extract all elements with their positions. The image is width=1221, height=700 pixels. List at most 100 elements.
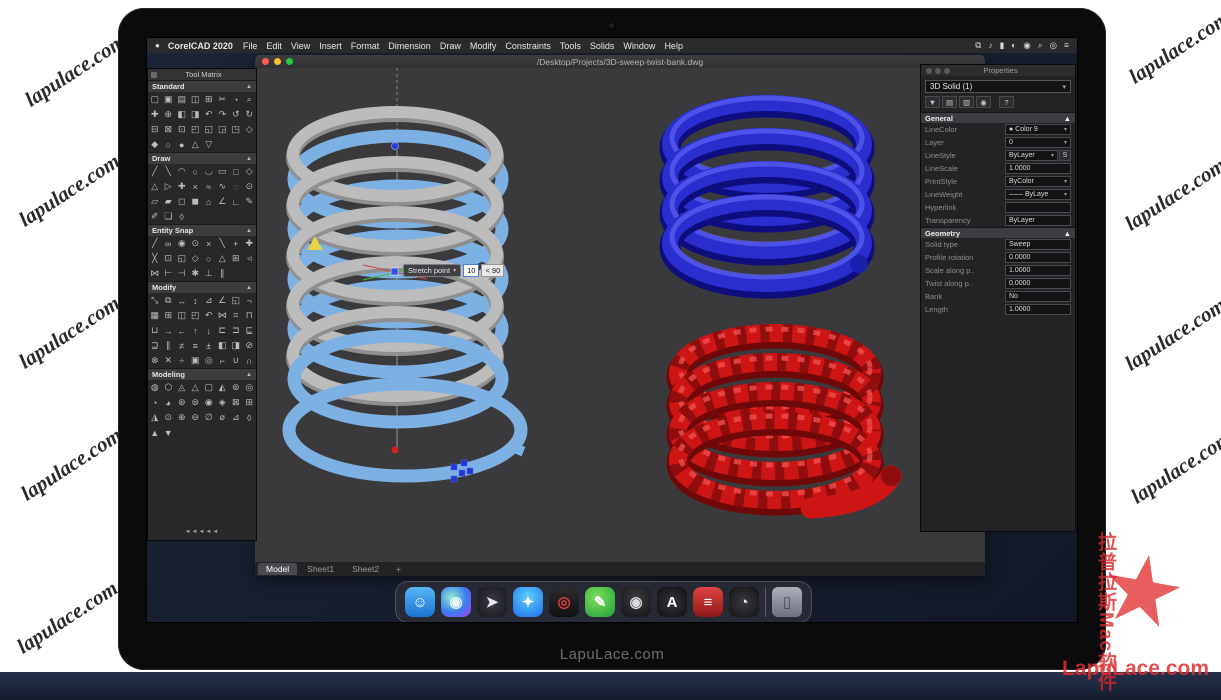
palette-close-button[interactable] <box>151 72 157 78</box>
tool-icon[interactable]: ⊕ <box>162 107 176 122</box>
tool-icon[interactable]: ⊙ <box>243 179 257 194</box>
menu-item-format[interactable]: Format <box>351 41 380 51</box>
blue-sweep-solid[interactable] <box>670 98 868 288</box>
menu-item-dimension[interactable]: Dimension <box>388 41 431 51</box>
tool-icon[interactable]: ✚ <box>243 236 257 251</box>
tool-icon[interactable]: ▽ <box>202 137 216 152</box>
property-value[interactable]: 1.0000 <box>1005 304 1071 315</box>
rocket-app-icon[interactable]: ➤ <box>477 587 507 617</box>
property-value[interactable]: —— ByLaye▾ <box>1005 189 1071 200</box>
tool-icon[interactable]: ◌ <box>229 179 243 194</box>
tool-icon[interactable]: ⊞ <box>229 251 243 266</box>
tool-icon[interactable]: ◰ <box>189 308 203 323</box>
tool-icon[interactable]: ◔ <box>148 395 162 410</box>
tab-model[interactable]: Model <box>258 563 297 575</box>
tool-icon[interactable]: ⊢ <box>162 266 176 281</box>
tool-icon[interactable]: ↺ <box>229 107 243 122</box>
tool-icon[interactable]: ⊿ <box>202 293 216 308</box>
menu-item-edit[interactable]: Edit <box>266 41 282 51</box>
tool-icon[interactable]: ◱ <box>175 251 189 266</box>
tool-icon[interactable]: ✚ <box>175 179 189 194</box>
tool-icon[interactable]: ∿ <box>216 179 230 194</box>
property-value[interactable]: 0.0000 <box>1005 252 1071 263</box>
tool-icon[interactable]: ╱ <box>148 164 162 179</box>
distance-input[interactable]: 10 <box>463 264 479 277</box>
tool-icon[interactable]: ◳ <box>229 122 243 137</box>
tool-icon[interactable]: △ <box>148 179 162 194</box>
section-header-modify[interactable]: Modify▲ <box>148 281 256 293</box>
property-value[interactable]: ByColor▾ <box>1005 176 1071 187</box>
tool-icon[interactable]: ▢ <box>148 92 162 107</box>
tool-icon[interactable]: ≠ <box>175 338 189 353</box>
tool-icon[interactable]: + <box>229 236 243 251</box>
entity-selector[interactable]: 3D Solid (1) ▾ <box>925 80 1071 93</box>
tool-icon[interactable]: ≈ <box>202 179 216 194</box>
tool-icon[interactable]: ⊓ <box>243 308 257 323</box>
menu-item-window[interactable]: Window <box>623 41 655 51</box>
tool-icon[interactable]: ◆ <box>148 137 162 152</box>
tool-icon[interactable]: × <box>189 179 203 194</box>
tool-icon[interactable]: ◻ <box>175 194 189 209</box>
section-header-entity-snap[interactable]: Entity Snap▲ <box>148 224 256 236</box>
tool-icon[interactable]: ▰ <box>162 194 176 209</box>
section-header-standard[interactable]: Standard▲ <box>148 80 256 92</box>
pin-button[interactable]: ◉ <box>976 96 991 108</box>
tool-icon[interactable]: ▣ <box>162 92 176 107</box>
selected-sweep-solid[interactable] <box>289 112 525 476</box>
collapse-icon[interactable]: ▲ <box>1064 114 1071 123</box>
tool-icon[interactable]: ⌐ <box>216 353 230 368</box>
tool-icon[interactable]: ⊠ <box>162 122 176 137</box>
menu-item-tools[interactable]: Tools <box>560 41 581 51</box>
tool-icon[interactable]: △ <box>189 380 203 395</box>
tool-icon[interactable]: ⊏ <box>216 323 230 338</box>
siri-icon[interactable]: ◉ <box>441 587 471 617</box>
filter-button[interactable]: ▼ <box>925 96 940 108</box>
tool-icon[interactable]: ○ <box>189 164 203 179</box>
tool-icon[interactable]: ╲ <box>162 164 176 179</box>
tool-icon[interactable]: ± <box>202 338 216 353</box>
tool-icon[interactable]: ◎ <box>243 380 257 395</box>
property-value[interactable]: ByLayer▾ <box>1005 150 1058 161</box>
tool-icon[interactable]: ╳ <box>148 251 162 266</box>
control-center-icon[interactable]: ≡ <box>1064 40 1069 51</box>
tool-icon[interactable]: ↕ <box>189 293 203 308</box>
tool-icon[interactable]: ▱ <box>148 194 162 209</box>
tool-icon[interactable]: ◨ <box>189 107 203 122</box>
help-button[interactable]: ? <box>999 96 1014 108</box>
tool-icon[interactable]: ◊ <box>243 410 257 425</box>
tool-icon[interactable]: ⊐ <box>229 323 243 338</box>
tool-icon[interactable]: ✕ <box>162 353 176 368</box>
tool-icon[interactable]: ↑ <box>189 323 203 338</box>
tool-icon[interactable]: ⊡ <box>175 122 189 137</box>
sliders-app-icon[interactable]: ≡ <box>693 587 723 617</box>
categorized-view-button[interactable]: ▤ <box>942 96 957 108</box>
display-icon[interactable]: ⧉ <box>975 40 981 51</box>
tool-icon[interactable]: ╱ <box>148 236 162 251</box>
tool-icon[interactable]: ▲ <box>148 425 162 440</box>
tool-icon[interactable]: ↔ <box>175 293 189 308</box>
tool-icon[interactable]: ◼ <box>189 194 203 209</box>
window-titlebar[interactable]: /Desktop/Projects/3D-sweep-twist-bank.dw… <box>255 55 985 68</box>
battery-icon[interactable]: ▮ <box>1000 40 1005 51</box>
tool-icon[interactable]: ▼ <box>162 425 176 440</box>
gauge-app-icon[interactable]: ◔ <box>729 587 759 617</box>
tool-icon[interactable]: ▭ <box>216 164 230 179</box>
tool-icon[interactable]: ◰ <box>189 122 203 137</box>
property-value[interactable]: 1.0000 <box>1005 163 1071 174</box>
collapse-icon[interactable]: ▲ <box>246 285 252 291</box>
app-menu[interactable]: CorelCAD 2020 <box>168 41 233 51</box>
tool-icon[interactable]: ∪ <box>229 353 243 368</box>
tool-icon[interactable]: ◭ <box>216 380 230 395</box>
tool-icon[interactable]: ⬡ <box>162 380 176 395</box>
tool-icon[interactable]: ◱ <box>229 293 243 308</box>
tool-icon[interactable]: ▤ <box>175 92 189 107</box>
red-twisted-sweep-solid[interactable] <box>678 329 901 508</box>
tool-icon[interactable]: ⊟ <box>148 122 162 137</box>
property-value[interactable]: ByLayer <box>1005 215 1071 226</box>
tool-icon[interactable]: ◍ <box>148 380 162 395</box>
tool-icon[interactable]: ⊞ <box>202 92 216 107</box>
tool-icon[interactable]: ❏ <box>162 209 176 224</box>
tool-icon[interactable]: ◨ <box>229 338 243 353</box>
tool-icon[interactable]: ↻ <box>243 107 257 122</box>
tool-icon[interactable]: ⊞ <box>162 308 176 323</box>
